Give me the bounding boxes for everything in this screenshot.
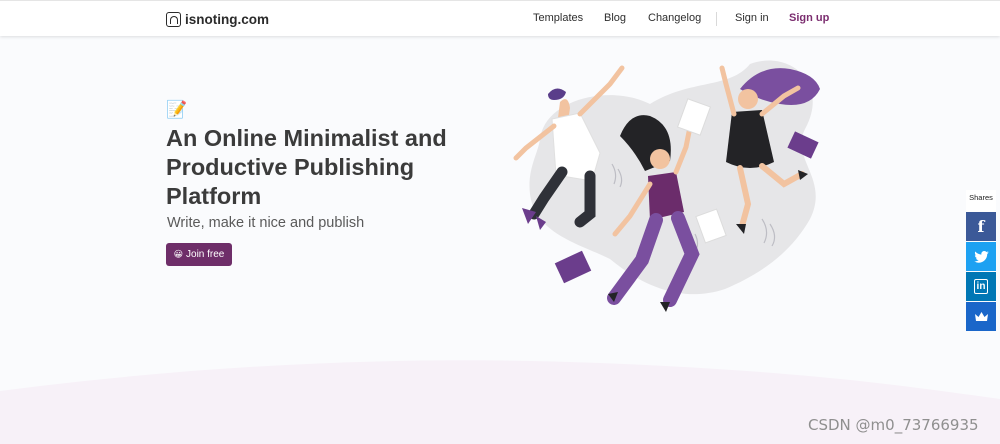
smile-icon: 😀 (173, 249, 184, 259)
nav-sign-up[interactable]: Sign up (789, 12, 829, 24)
nav-blog[interactable]: Blog (604, 12, 626, 24)
hero-subtitle: Write, make it nice and publish (167, 215, 365, 231)
facebook-icon: f (977, 217, 985, 236)
nav-changelog[interactable]: Changelog (648, 12, 701, 24)
share-panel: Shares f in (966, 190, 996, 332)
twitter-icon (973, 250, 989, 263)
hero-title: An Online Minimalist and Productive Publ… (166, 125, 447, 209)
join-free-label: Join free (186, 249, 225, 260)
shares-label: Shares (966, 190, 996, 212)
hero-illustration (513, 60, 820, 312)
top-navbar: isnoting.com Templates Blog Changelog Si… (0, 0, 1000, 36)
sumo-share-button[interactable] (966, 302, 996, 331)
nav-sign-in[interactable]: Sign in (735, 12, 769, 24)
logo-link[interactable]: isnoting.com (166, 10, 269, 28)
sumo-crown-icon (974, 312, 988, 321)
memo-icon: 📝 (166, 100, 188, 119)
nav-templates[interactable]: Templates (533, 12, 583, 24)
logo-text: isnoting.com (185, 11, 269, 27)
join-free-button[interactable]: 😀 Join free (166, 243, 232, 266)
watermark-text: CSDN @m0_73766935 (808, 416, 979, 434)
twitter-share-button[interactable] (966, 242, 996, 271)
nav-divider (716, 12, 717, 26)
linkedin-icon: in (973, 279, 989, 294)
facebook-share-button[interactable]: f (966, 212, 996, 241)
logo-icon (166, 11, 181, 27)
linkedin-share-button[interactable]: in (966, 272, 996, 301)
